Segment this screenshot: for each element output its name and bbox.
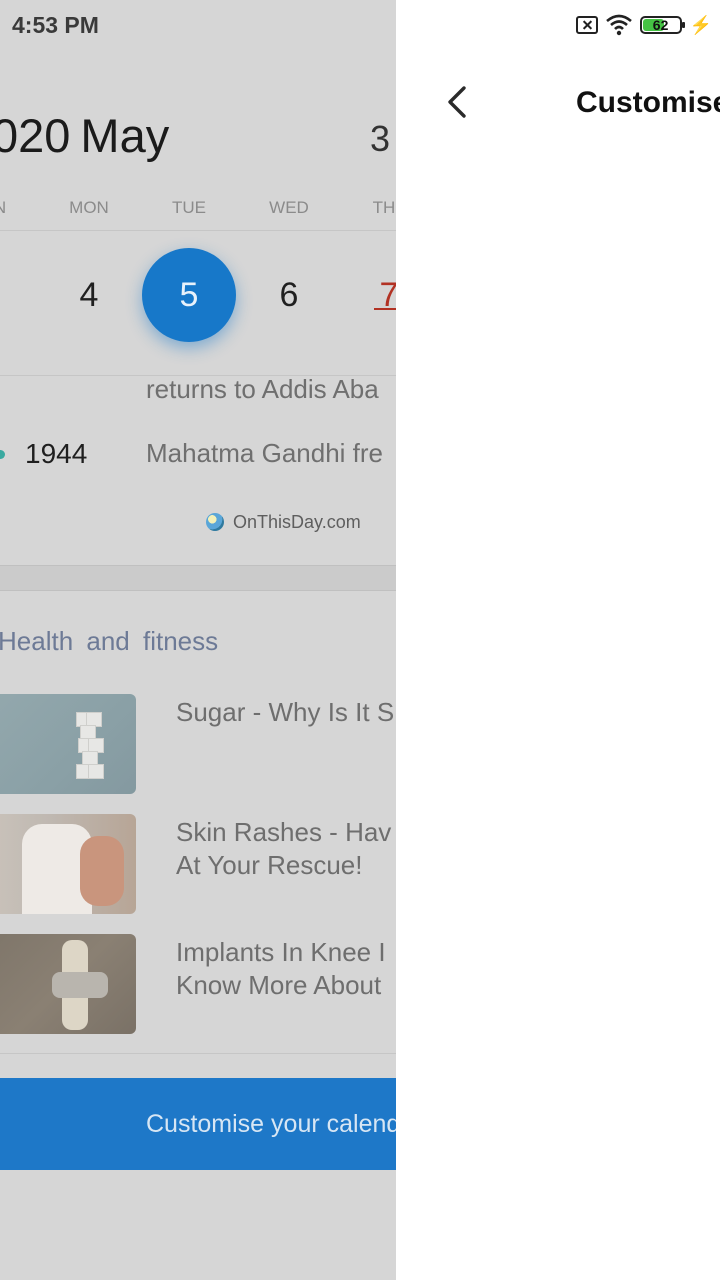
page-title: Customise (576, 86, 720, 119)
no-sim-icon (575, 16, 598, 34)
calendar-background-panel: 4:53 PM 020May 3 N MON TUE WED TH 4 5 6 … (0, 0, 396, 1280)
calendar-title: 020 May (0, 108, 169, 163)
charging-icon: ⚡ (689, 14, 712, 35)
section-divider (0, 565, 396, 591)
day-cell[interactable]: 6 (242, 248, 336, 342)
source-label: OnThisDay.com (233, 512, 361, 532)
weekday-header: N MON TUE WED TH (0, 198, 396, 222)
section-title: Health and fitness (0, 626, 219, 656)
globe-icon (206, 513, 224, 531)
day-cell-holiday[interactable]: 7 (342, 248, 396, 342)
day-cell[interactable]: 4 (42, 248, 136, 342)
wifi-icon (605, 14, 632, 36)
article-card[interactable]: Implants In Knee I Know More About (0, 934, 396, 1034)
article-card[interactable]: Sugar - Why Is It S (0, 694, 396, 794)
week-row: 4 5 6 7 (0, 248, 396, 342)
article-thumbnail (0, 814, 136, 914)
status-time: 4:53 PM (12, 12, 99, 38)
today-calendar-icon[interactable]: 3 (370, 118, 390, 160)
day-cell-selected[interactable]: 5 (142, 248, 236, 342)
article-thumbnail (0, 934, 136, 1034)
source-link[interactable]: OnThisDay.com (206, 512, 361, 533)
article-title: Sugar - Why Is It S (176, 697, 395, 727)
status-icons: 62 ⚡ (575, 12, 712, 38)
customise-panel: 62 ⚡ Customise (396, 0, 720, 1280)
weekday-label: MON (69, 198, 109, 217)
customise-calendar-button[interactable]: Customise your calend (0, 1078, 396, 1170)
weekday-label: TH (372, 198, 396, 217)
month-label[interactable]: May (80, 108, 169, 163)
year-label[interactable]: 020 (0, 108, 70, 163)
weekday-label: N (0, 198, 6, 218)
article-thumbnail (0, 694, 136, 794)
article-title: Implants In Knee I Know More About (176, 937, 386, 1000)
article-card[interactable]: Skin Rashes - Hav At Your Rescue! (0, 814, 396, 914)
weekday-label: WED (269, 198, 309, 217)
customise-calendar-label: Customise your calend (146, 1110, 396, 1138)
event-year: 1944 (25, 438, 88, 469)
divider (0, 1053, 396, 1054)
event-text[interactable]: returns to Addis Aba (146, 374, 379, 405)
article-title: Skin Rashes - Hav At Your Rescue! (176, 817, 392, 880)
weekday-label: TUE (172, 198, 206, 217)
battery-icon: 62 (639, 16, 685, 34)
divider (0, 230, 396, 231)
battery-level: 62 (652, 17, 669, 33)
timeline-dot (0, 450, 5, 459)
event-text[interactable]: Mahatma Gandhi fre (146, 438, 383, 469)
back-arrow-icon[interactable] (440, 82, 480, 122)
